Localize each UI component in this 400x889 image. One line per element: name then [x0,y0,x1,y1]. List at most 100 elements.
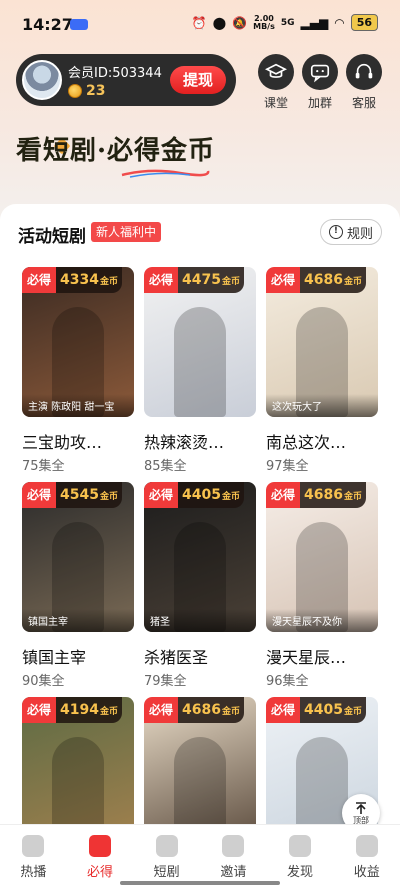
coin-reward-tag: 必得 4475金币 [144,267,244,293]
coin-icon [68,84,82,98]
reward-unit: 金币 [343,492,362,502]
coin-reward-tag: 必得 4686金币 [266,267,366,293]
poster-caption: 猪圣 [144,609,256,632]
flame-icon [22,835,45,857]
coin-reward-tag: 必得 4545金币 [22,482,122,508]
quick-link-group[interactable]: 加群 [300,54,340,111]
drama-title: 热辣滚烫… [144,433,225,452]
location-icon: ⬤ [212,15,227,30]
reward-coins: 4334金币 [56,267,122,293]
net-speed-unit: MB/s [253,21,275,31]
app-notification-icon [70,19,88,30]
drama-episodes: 97集全 [266,459,309,474]
reward-prefix: 必得 [266,267,301,293]
drama-card[interactable]: 必得 4194金币 [22,697,134,824]
headset-icon [346,54,382,90]
withdraw-button[interactable]: 提现 [170,66,226,94]
bottom-tab-bar: 热播 必得 短剧 邀请 发现 收益 [0,824,400,889]
drama-poster[interactable]: 必得 4194金币 [22,697,134,824]
coin-reward-tag: 必得 4405金币 [144,482,244,508]
graduation-cap-icon [258,54,294,90]
tab-play[interactable]: 短剧 [133,825,200,889]
quick-link-class[interactable]: 课堂 [256,54,296,111]
poster-figure [52,737,104,824]
poster-caption: 镇国主宰 [22,609,134,632]
coin-reward-tag: 必得 4686金币 [266,482,366,508]
home-indicator[interactable] [120,881,280,885]
reward-unit: 金币 [99,707,118,717]
mute-icon: 🔕 [232,15,248,30]
drama-card[interactable]: 必得4686金币不是局 [144,697,256,824]
tab-label: 发现 [287,865,314,880]
reward-unit: 金币 [343,277,362,287]
coin-reward-tag: 必得 4686金币 [144,697,244,723]
invite-icon [222,835,245,857]
reward-prefix: 必得 [144,267,179,293]
coin-reward-tag: 必得 4194金币 [22,697,122,723]
drama-poster[interactable]: 必得 4475金币 [144,267,256,417]
tab-label: 收益 [353,865,380,880]
drama-poster[interactable]: 必得 4334金币 主演 陈政阳 甜一宝 [22,267,134,417]
drama-card[interactable]: 必得 4545金币 镇国主宰 镇国主宰 90集全 [22,482,134,689]
drama-card[interactable]: 必得 4334金币 主演 陈政阳 甜一宝 三宝助攻… 75集全 [22,267,134,474]
coin-balance: 23 [68,83,105,99]
member-id: 会员ID:503344 [68,66,162,81]
reward-prefix: 必得 [22,697,57,723]
tab-wallet[interactable]: 收益 [333,825,400,889]
tab-compass[interactable]: 发现 [267,825,334,889]
tab-label: 短剧 [153,865,180,880]
play-icon [155,835,178,857]
tab-invite[interactable]: 邀请 [200,825,267,889]
drama-poster[interactable]: 必得 4405金币 猪圣 [144,482,256,632]
reward-unit: 金币 [343,707,362,717]
tab-trophy[interactable]: 必得 [67,825,134,889]
newcomer-badge: 新人福利中 [91,222,162,242]
rules-button[interactable]: ! 规则 [320,219,382,245]
page-headline: 看短剧·必得金币 [16,136,216,166]
tab-flame[interactable]: 热播 [0,825,67,889]
drama-poster[interactable]: 必得 4545金币 镇国主宰 [22,482,134,632]
reward-prefix: 必得 [22,267,57,293]
status-icons: ⏰ ⬤ 🔕 2.00 MB/s 5G ▂▄▆ ◠ 56 [192,14,378,31]
reward-prefix: 必得 [144,697,179,723]
headline-wave-decoration [121,169,210,178]
drama-poster[interactable]: 必得4686金币不是局 [144,697,256,824]
reward-coins: 4405金币 [178,482,244,508]
member-card: 会员ID:503344 23 提现 [16,54,236,106]
drama-episodes: 79集全 [144,674,187,689]
reward-prefix: 必得 [266,697,301,723]
avatar[interactable] [22,60,62,100]
poster-caption: 漫天星辰不及你 [266,609,378,632]
tab-label: 必得 [87,865,114,880]
arrow-up-icon [356,801,366,814]
drama-poster[interactable]: 必得 4686金币 漫天星辰不及你 [266,482,378,632]
reward-coins: 4475金币 [178,267,244,293]
drama-card[interactable]: 必得 4475金币 热辣滚烫… 85集全 [144,267,256,474]
poster-figure [296,737,348,824]
info-icon: ! [328,225,343,239]
poster-figure [174,307,226,417]
drama-card[interactable]: 必得 4686金币 漫天星辰不及你漫天星辰… 96集全 [266,482,378,689]
drama-title: 镇国主宰 [22,648,87,667]
reward-prefix: 必得 [22,482,57,508]
drama-card[interactable]: 必得 4686金币 这次玩大了南总这次… 97集全 [266,267,378,474]
tab-label: 邀请 [220,865,247,880]
signal-icon: ▂▄▆ [300,15,329,30]
tab-label: 热播 [20,865,47,880]
reward-coins: 4686金币 [178,697,244,723]
activity-drama-section: 活动短剧 新人福利中 ! 规则 必得 4334金币 主演 陈政阳 甜一宝 三宝助攻… 7… [0,204,400,824]
reward-unit: 金币 [99,277,118,287]
drama-poster[interactable]: 必得 4686金币 这次玩大了 [266,267,378,417]
wifi-icon: ◠ [334,15,345,30]
reward-unit: 金币 [221,492,240,502]
section-title: 活动短剧 [18,227,86,247]
compass-icon [289,835,312,857]
drama-title: 南总这次… [266,433,347,452]
quick-link-service[interactable]: 客服 [344,54,384,111]
drama-card[interactable]: 必得 4405金币 猪圣 杀猪医圣 79集全 [144,482,256,689]
drama-title: 漫天星辰… [266,648,347,667]
alarm-icon: ⏰ [191,15,207,30]
coin-balance-value: 23 [86,83,106,99]
drama-episodes: 96集全 [266,674,309,689]
back-to-top-button[interactable]: 顶部 [342,794,380,824]
